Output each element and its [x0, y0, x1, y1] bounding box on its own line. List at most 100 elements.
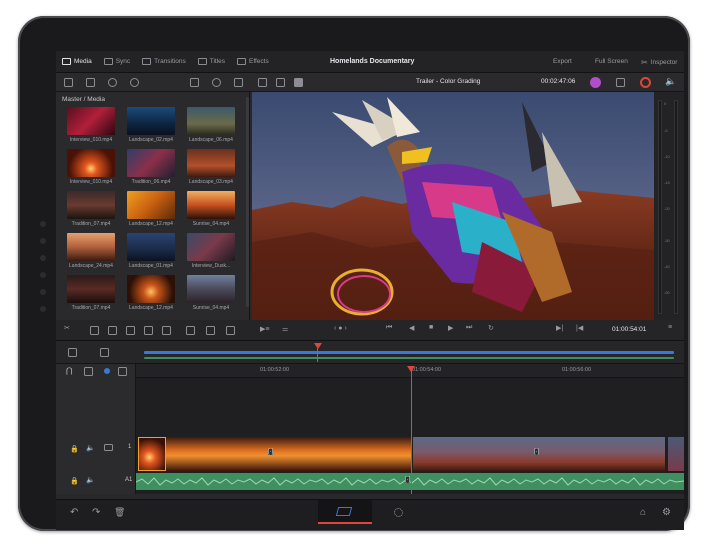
transition-marker[interactable]: [·] — [268, 449, 274, 455]
skip-end-icon[interactable]: ⏭ — [466, 324, 472, 332]
clip-thumbnail[interactable] — [67, 149, 115, 177]
clip-label: Landscape_12.mp4 — [129, 305, 173, 311]
blue-marker-icon[interactable] — [104, 368, 110, 374]
search-icon[interactable] — [212, 78, 221, 87]
loop-icon[interactable]: ↻ — [488, 324, 494, 332]
flag-icon[interactable] — [118, 367, 127, 376]
clip-thumbnail[interactable] — [187, 107, 235, 135]
tab-titles[interactable]: Titles — [192, 51, 231, 73]
timeline-view-icon[interactable] — [294, 78, 303, 87]
skip-start-icon[interactable]: ⏮ — [386, 324, 392, 332]
sync-audio-icon[interactable] — [108, 78, 117, 87]
mini-timeline-video-strip — [144, 351, 674, 354]
sort-icon[interactable] — [234, 78, 243, 87]
play-to-timeline-icon[interactable]: ▶︎≡ — [260, 325, 269, 333]
playhead-line[interactable] — [411, 369, 412, 494]
clip-label: Interview_010.mp4 — [69, 137, 113, 143]
link-clips-icon[interactable] — [84, 367, 93, 376]
clip-thumbnail[interactable] — [187, 233, 235, 261]
audio-mute-icon[interactable]: 🔈 — [86, 476, 95, 484]
close-up-icon[interactable] — [144, 326, 153, 335]
mark-in-icon[interactable]: ▶| — [556, 324, 563, 332]
clip-thumbnail[interactable] — [67, 275, 115, 303]
clip-thumbnail[interactable] — [127, 233, 175, 261]
video-clip-next[interactable] — [668, 437, 684, 471]
transform-icon[interactable] — [616, 78, 625, 87]
trash-icon[interactable]: 🗑 — [114, 507, 125, 518]
reverse-play-icon[interactable]: ◀ — [409, 324, 414, 332]
image-view-icon[interactable] — [258, 78, 267, 87]
clip-thumbnail[interactable] — [187, 191, 235, 219]
clip-thumbnail[interactable] — [187, 149, 235, 177]
color-wheel-icon[interactable] — [590, 77, 601, 88]
menu-icon[interactable]: ≡ — [668, 324, 672, 331]
tab-sync[interactable]: Sync — [98, 51, 136, 73]
smart-insert-icon[interactable] — [206, 326, 215, 335]
mark-out-icon[interactable]: |◀ — [576, 324, 583, 332]
media-scrollbar[interactable] — [246, 97, 249, 307]
mini-playhead[interactable] — [314, 343, 322, 349]
settings-sliders-icon[interactable]: ⚌ — [282, 325, 288, 333]
clip-thumbnail[interactable] — [67, 107, 115, 135]
inspector-button[interactable]: ✂ Inspector — [641, 58, 677, 67]
fullscreen-button[interactable]: Full Screen — [592, 58, 628, 65]
clip-view-icon[interactable] — [276, 78, 285, 87]
tab-effects[interactable]: Effects — [231, 51, 275, 73]
redo-icon[interactable]: ↷ — [92, 507, 100, 518]
export-button[interactable]: Export — [550, 58, 572, 65]
jog-control-icon[interactable]: ‹ ● › — [334, 325, 347, 332]
settings-gear-icon[interactable]: ⚙ — [662, 507, 671, 518]
video-clip-selected[interactable] — [138, 437, 166, 471]
play-icon[interactable]: ▶ — [448, 324, 453, 332]
clip-thumbnail[interactable] — [127, 149, 175, 177]
meter-label: -20 — [664, 206, 670, 211]
title-tool-icon[interactable] — [68, 348, 77, 357]
bezel-button — [40, 306, 46, 312]
edit-mode-icon[interactable] — [226, 326, 235, 335]
export-label: Export — [553, 58, 572, 65]
overlay-tool-icon[interactable] — [100, 348, 109, 357]
grid-view-icon[interactable] — [190, 78, 199, 87]
place-on-top-icon[interactable] — [162, 326, 171, 335]
stop-icon[interactable]: ■ — [429, 324, 433, 331]
color-grade-icon[interactable] — [640, 77, 651, 88]
clip-label: Sunrise_04.mp4 — [192, 221, 230, 227]
insert-clip-icon[interactable] — [90, 326, 99, 335]
video-visibility-icon[interactable] — [104, 444, 113, 451]
viewer-clip-title: Trailer - Color Grading — [416, 78, 481, 85]
video-track-label: 1 — [128, 444, 132, 450]
lock-icon[interactable]: 🔒 — [70, 445, 79, 453]
append-clip-icon[interactable] — [108, 326, 117, 335]
inspector-icon: ✂ — [641, 58, 648, 67]
source-overwrite-icon[interactable] — [186, 326, 195, 335]
edit-page-button[interactable] — [318, 500, 372, 524]
cut-tool-icon[interactable]: ✂ — [64, 324, 70, 332]
meter-label: -40 — [664, 264, 670, 269]
color-page-icon[interactable] — [394, 508, 403, 517]
clip-thumbnail[interactable] — [127, 107, 175, 135]
tab-media[interactable]: Media — [56, 51, 98, 73]
audio-mute-icon[interactable]: 🔈 — [86, 444, 95, 452]
link-icon[interactable] — [130, 78, 139, 87]
transition-marker[interactable]: [·] — [534, 449, 540, 455]
clip-thumbnail[interactable] — [67, 233, 115, 261]
clip-thumbnail[interactable] — [67, 191, 115, 219]
lock-icon[interactable]: 🔒 — [70, 477, 79, 485]
undo-icon[interactable]: ↶ — [70, 507, 78, 518]
import-icon[interactable] — [86, 78, 95, 87]
clip-thumbnail[interactable] — [127, 191, 175, 219]
clip-thumbnail[interactable] — [187, 275, 235, 303]
snap-magnet-icon[interactable]: ⋂ — [66, 366, 73, 375]
home-icon[interactable]: ⌂ — [640, 507, 646, 518]
clip-thumbnail[interactable] — [127, 275, 175, 303]
volume-icon[interactable]: 🔈 — [665, 76, 676, 87]
ripple-overwrite-icon[interactable] — [126, 326, 135, 335]
sidebar-toggle-icon[interactable] — [64, 78, 73, 87]
video-clip-sunset[interactable] — [166, 437, 411, 471]
video-viewer[interactable] — [252, 92, 654, 320]
tab-transitions[interactable]: Transitions — [136, 51, 192, 73]
transport-timecode: 01:00:54:01 — [612, 326, 647, 333]
ruler-label: 01:00:52:00 — [260, 367, 290, 373]
meter-bar-left — [658, 100, 662, 314]
audio-transition-marker[interactable]: [·] — [405, 477, 411, 483]
